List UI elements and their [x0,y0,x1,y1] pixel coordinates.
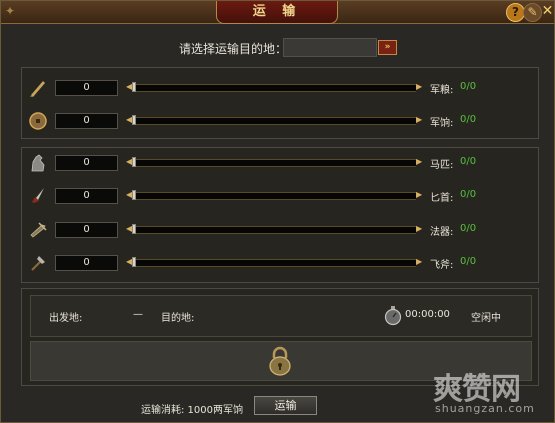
resource-name: 马匹: [430,160,454,171]
slider-thumb[interactable] [132,157,136,167]
watermark-domain: shuangzan.com [435,402,535,415]
quantity-input[interactable]: 0 [55,255,118,271]
equipment-row-horse: 0 ◀ ▶ 马匹: 0/0 [22,153,540,175]
supply-row-grain: 0 ◀ ▶ 军粮: 0/0 [22,78,540,100]
origin-value: — [133,309,143,320]
brush-icon [30,81,45,97]
supply-row-pay: 0 ◀ ▶ 军饷: 0/0 [22,111,540,133]
quantity-slider[interactable]: ◀ ▶ [126,190,422,200]
equipment-row-axe: 0 ◀ ▶ 飞斧: 0/0 [22,253,540,275]
slider-thumb[interactable] [132,190,136,200]
quantity-input[interactable]: 0 [55,113,118,129]
resource-amount: 0/0 [460,156,477,167]
transport-button[interactable]: 运输 [254,396,317,415]
crossbow-icon [30,222,47,238]
resource-amount: 0/0 [460,114,477,125]
slider-right-arrow-icon[interactable]: ▶ [416,158,422,166]
quantity-slider[interactable]: ◀ ▶ [126,82,422,92]
quantity-input[interactable]: 0 [55,155,118,171]
slider-track[interactable] [132,259,416,267]
destination-input[interactable] [283,38,377,57]
stopwatch-icon [384,306,402,326]
quantity-slider[interactable]: ◀ ▶ [126,115,422,125]
equipment-panel: 0 ◀ ▶ 马匹: 0/0 0 ◀ ▶ 匕首: 0/0 0 ◀ ▶ 法器: 0/… [21,147,539,283]
slider-right-arrow-icon[interactable]: ▶ [416,225,422,233]
slider-right-arrow-icon[interactable]: ▶ [416,191,422,199]
slider-track[interactable] [132,159,416,167]
slider-track[interactable] [132,226,416,234]
route-status: 出发地: — 目的地: 00:00:00 空闲中 [30,295,532,337]
quantity-slider[interactable]: ◀ ▶ [126,257,422,267]
timer: 00:00:00 [405,309,450,320]
slider-track[interactable] [132,117,416,125]
destination-label: 请选择运输目的地： [179,42,288,56]
slider-thumb[interactable] [132,224,136,234]
destination-select-button[interactable]: » [378,40,397,55]
quantity-input[interactable]: 0 [55,222,118,238]
quantity-slider[interactable]: ◀ ▶ [126,157,422,167]
slider-right-arrow-icon[interactable]: ▶ [416,258,422,266]
resource-amount: 0/0 [460,81,477,92]
site-watermark: 爽赞网 shuangzan.com [433,364,551,420]
equipment-row-dagger: 0 ◀ ▶ 匕首: 0/0 [22,186,540,208]
quantity-input[interactable]: 0 [55,188,118,204]
quantity-input[interactable]: 0 [55,80,118,96]
resource-amount: 0/0 [460,223,477,234]
quantity-slider[interactable]: ◀ ▶ [126,224,422,234]
coin-icon [29,112,47,130]
resource-name: 法器: [430,227,454,238]
equipment-row-artifact: 0 ◀ ▶ 法器: 0/0 [22,220,540,242]
slider-right-arrow-icon[interactable]: ▶ [416,83,422,91]
padlock-icon [269,346,291,376]
destination-status-label: 目的地: [161,313,195,324]
origin-label: 出发地: [49,313,83,324]
resource-name: 军饷: [430,118,454,129]
dagger-icon [32,188,44,203]
resource-name: 军粮: [430,85,454,96]
slider-thumb[interactable] [132,257,136,267]
transport-window: ✦ 运 输 ? ✎ ✕ 请选择运输目的地： » 0 ◀ ▶ 军粮: 0/0 0 … [0,0,555,423]
close-icon[interactable]: ✕ [539,3,555,20]
slider-track[interactable] [132,192,416,200]
transport-cost: 运输消耗: 1000两军饷 [141,405,243,416]
supplies-panel: 0 ◀ ▶ 军粮: 0/0 0 ◀ ▶ 军饷: 0/0 [21,67,539,139]
horse-icon [31,154,45,172]
slider-track[interactable] [132,84,416,92]
resource-amount: 0/0 [460,256,477,267]
resource-amount: 0/0 [460,189,477,200]
resource-name: 匕首: [430,193,454,204]
slider-thumb[interactable] [132,115,136,125]
slider-right-arrow-icon[interactable]: ▶ [416,116,422,124]
slider-thumb[interactable] [132,82,136,92]
resource-name: 飞斧: [430,260,454,271]
title-ornament-icon: ✦ [5,4,16,18]
axe-icon [31,256,45,271]
title-bar: ✦ 运 输 ? ✎ ✕ [1,1,554,24]
window-title: 运 输 [216,1,338,24]
transport-state: 空闲中 [471,313,501,324]
